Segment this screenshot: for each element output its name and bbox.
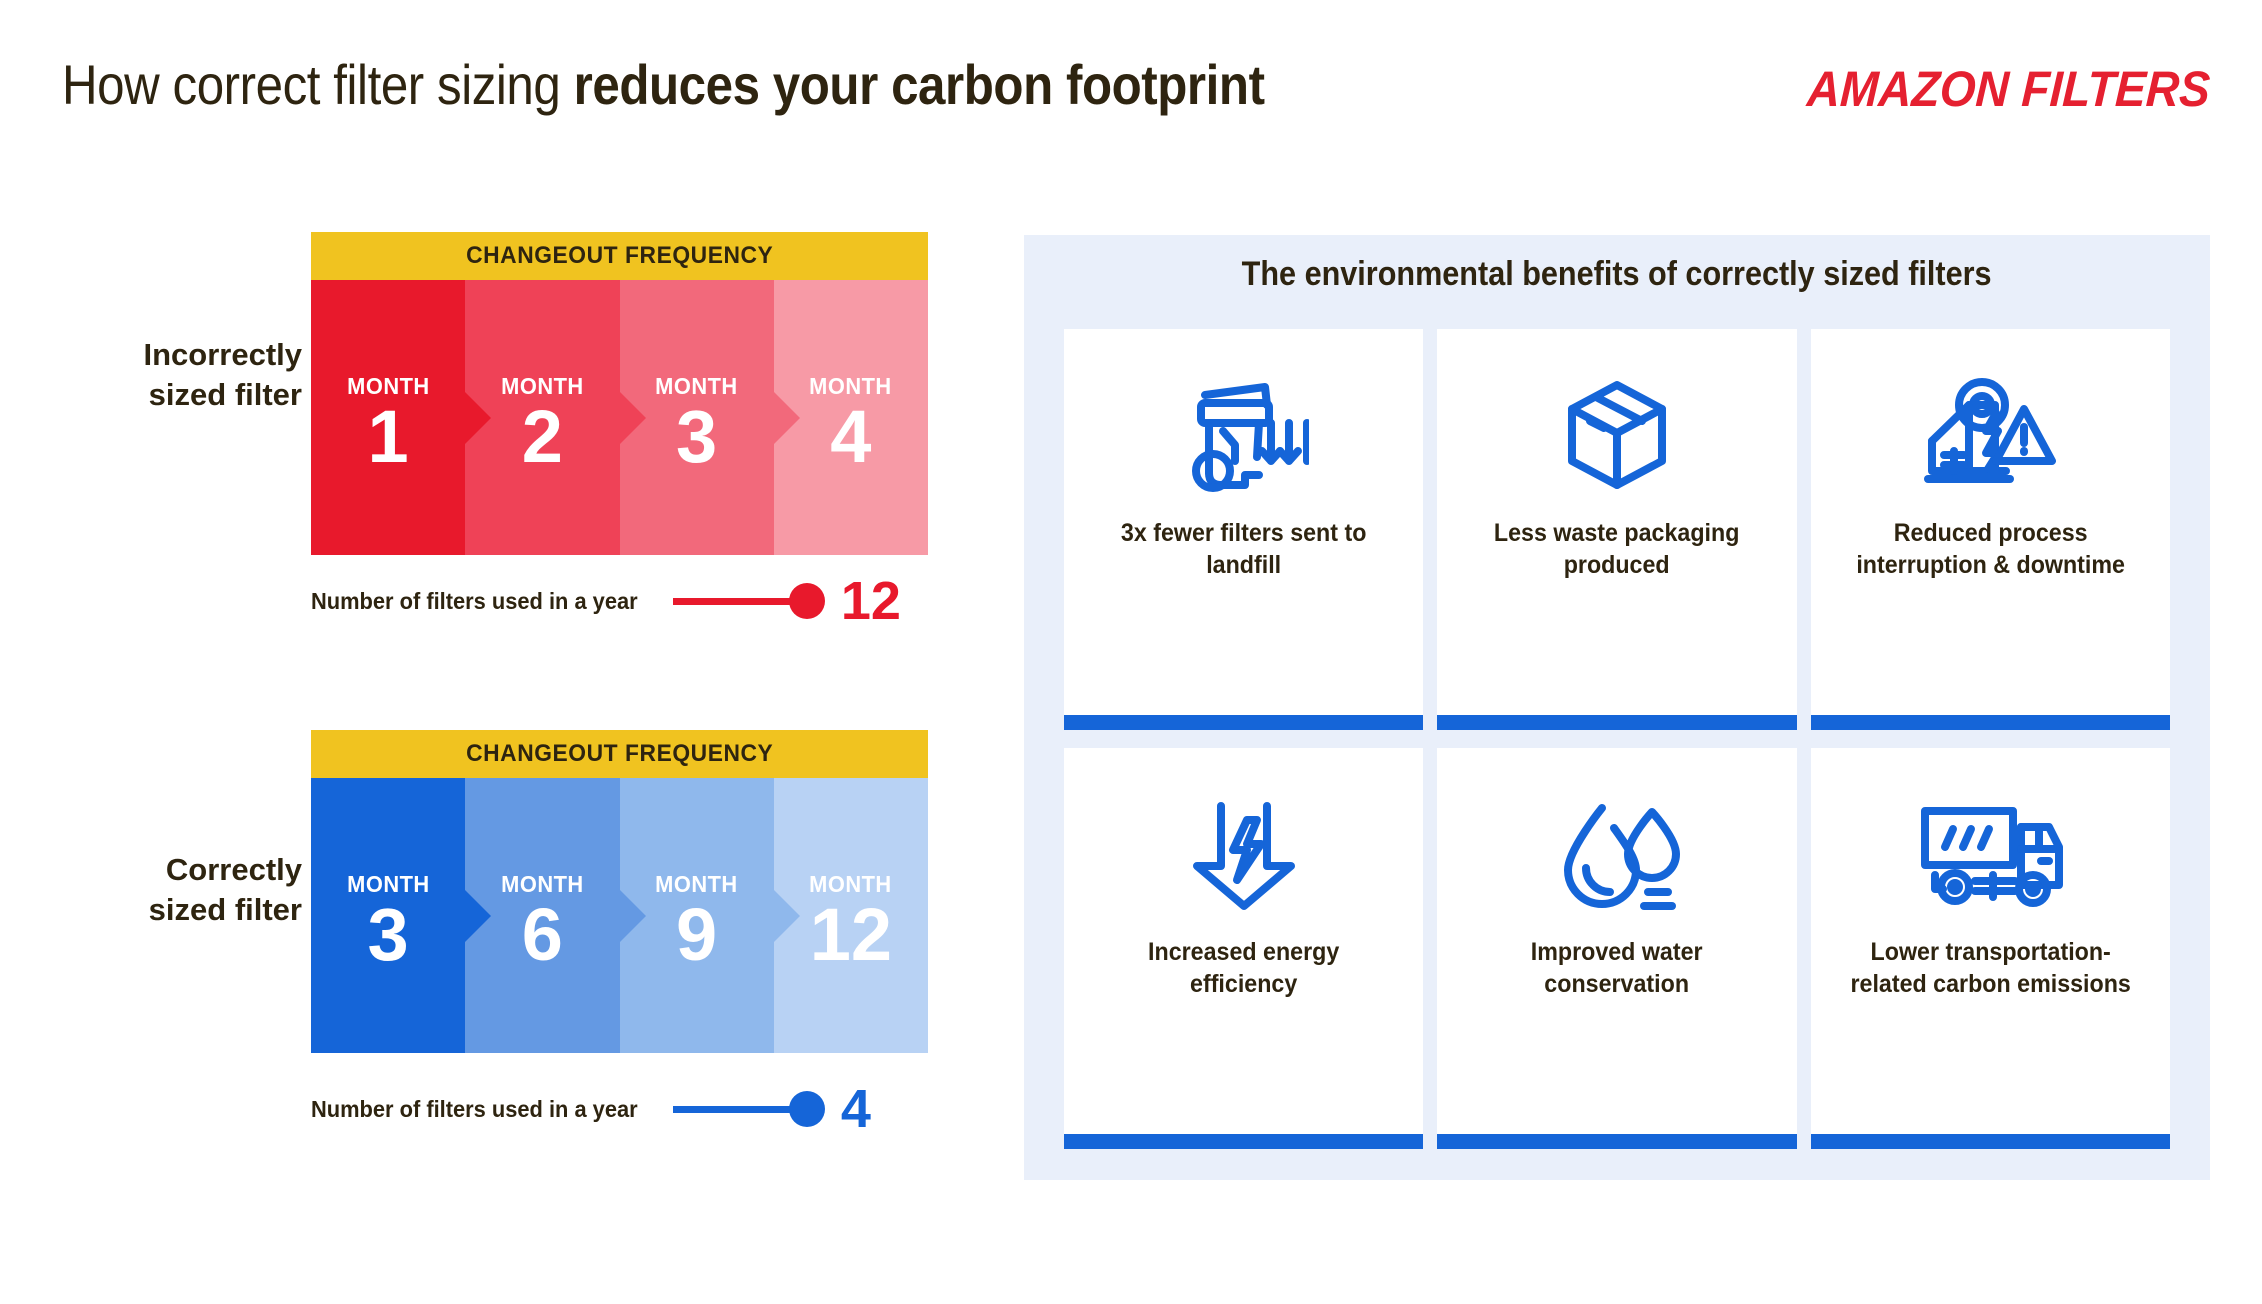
benefit-card-accent-bar: [1437, 1134, 1797, 1149]
chevron-month-number: 1: [367, 394, 409, 478]
benefit-card-label: Reduced process interruption & downtime: [1856, 519, 2125, 579]
page-title-bold: reduces your carbon footprint: [573, 53, 1265, 116]
benefit-card-accent-bar: [1064, 715, 1424, 730]
legend-label-blue: Number of filters used in a year: [311, 1095, 638, 1122]
changeout-frequency-incorrect: CHANGEOUT FREQUENCY MONTH 1 MONTH 2 MONTH 3 MO…: [311, 232, 928, 555]
chevron-row-red: MONTH 1 MONTH 2 MONTH 3 MONTH 4: [311, 280, 928, 555]
factory-warning-icon: [1829, 359, 2152, 509]
benefit-cards-grid: 3x fewer filters sent to landfill Less w…: [1064, 329, 2170, 1149]
page-title-light: How correct filter sizing: [62, 53, 574, 116]
label-correct-line1: Correctly: [165, 852, 302, 887]
legend-label-red: Number of filters used in a year: [311, 587, 638, 614]
legend-value-red: 12: [840, 571, 901, 631]
benefit-card-accent-bar: [1437, 715, 1797, 730]
chevron-month-number: 9: [676, 892, 718, 976]
chevron-month-number: 4: [830, 394, 872, 478]
logo-word-filters: FILTERS: [2020, 61, 2212, 117]
chevron-arrow-icon: [464, 888, 492, 943]
changeout-frequency-correct: CHANGEOUT FREQUENCY MONTH 3 MONTH 6 MONTH 9 MO…: [311, 730, 928, 1053]
legend-dot-red: [788, 583, 825, 619]
label-incorrect-line1: Incorrectly: [143, 337, 302, 372]
legend-line-red: [672, 597, 793, 605]
waste-bin-icon: [1082, 359, 1405, 509]
benefit-card-accent-bar: [1810, 715, 2170, 730]
benefit-card: Increased energy efficiency: [1064, 748, 1424, 1149]
legend-line-blue: [672, 1105, 793, 1113]
amazon-filters-logo: AMAZON FILTERS: [1806, 60, 2212, 118]
chevron-month-number: 3: [676, 394, 718, 478]
changeout-frequency-header-blue: CHANGEOUT FREQUENCY: [311, 730, 928, 778]
benefit-card: Improved water conservation: [1437, 748, 1797, 1149]
chevron-row-blue: MONTH 3 MONTH 6 MONTH 9 MONTH 12: [311, 778, 928, 1053]
benefit-card-label: Increased energy efficiency: [1148, 938, 1340, 998]
panel-title: The environmental benefits of correctly …: [1242, 255, 1992, 293]
chevron-segment: MONTH 1: [311, 280, 492, 555]
label-incorrect-line2: sized filter: [148, 377, 302, 413]
benefit-card-label: Less waste packaging produced: [1494, 519, 1740, 579]
benefit-card-label: Lower transportation-related carbon emis…: [1850, 938, 2131, 998]
package-box-icon: [1455, 359, 1778, 509]
benefit-card-accent-bar: [1810, 1134, 2170, 1149]
water-drop-icon: [1455, 778, 1778, 928]
legend-value-blue: 4: [840, 1079, 871, 1139]
legend-filters-per-year-red: Number of filters used in a year 12: [311, 574, 928, 628]
chevron-month-number: 2: [521, 394, 563, 478]
chevron-month-number: 6: [521, 892, 563, 976]
benefit-card-label: 3x fewer filters sent to landfill: [1120, 519, 1367, 579]
page-title: How correct filter sizing reduces your c…: [62, 53, 1265, 116]
chevron-month-number: 12: [809, 892, 893, 976]
chevron-arrow-icon: [618, 390, 646, 445]
benefit-card-label: Improved water conservation: [1531, 938, 1703, 998]
delivery-truck-icon: [1829, 778, 2152, 928]
benefit-card-accent-bar: [1064, 1134, 1424, 1149]
chevron-arrow-icon: [618, 888, 646, 943]
environmental-benefits-panel: The environmental benefits of correctly …: [1024, 235, 2210, 1180]
label-correctly-sized-filter: Correctly sized filter: [72, 850, 302, 931]
chevron-month-number: 3: [367, 892, 409, 976]
legend-filters-per-year-blue: Number of filters used in a year 4: [311, 1082, 928, 1136]
benefit-card: Less waste packaging produced: [1437, 329, 1797, 730]
benefit-card: Lower transportation-related carbon emis…: [1810, 748, 2170, 1149]
legend-dot-blue: [788, 1091, 825, 1127]
label-correct-line2: sized filter: [148, 892, 302, 928]
infographic-root: How correct filter sizing reduces your c…: [0, 0, 2262, 1304]
chevron-arrow-icon: [772, 888, 800, 943]
chevron-arrow-icon: [772, 390, 800, 445]
label-incorrectly-sized-filter: Incorrectly sized filter: [72, 335, 302, 416]
chevron-segment: MONTH 3: [311, 778, 492, 1053]
changeout-frequency-header-red: CHANGEOUT FREQUENCY: [311, 232, 928, 280]
energy-arrow-icon: [1082, 778, 1405, 928]
logo-word-amazon: AMAZON: [1805, 61, 2011, 117]
benefit-card: 3x fewer filters sent to landfill: [1064, 329, 1424, 730]
chevron-arrow-icon: [464, 390, 492, 445]
benefit-card: Reduced process interruption & downtime: [1810, 329, 2170, 730]
